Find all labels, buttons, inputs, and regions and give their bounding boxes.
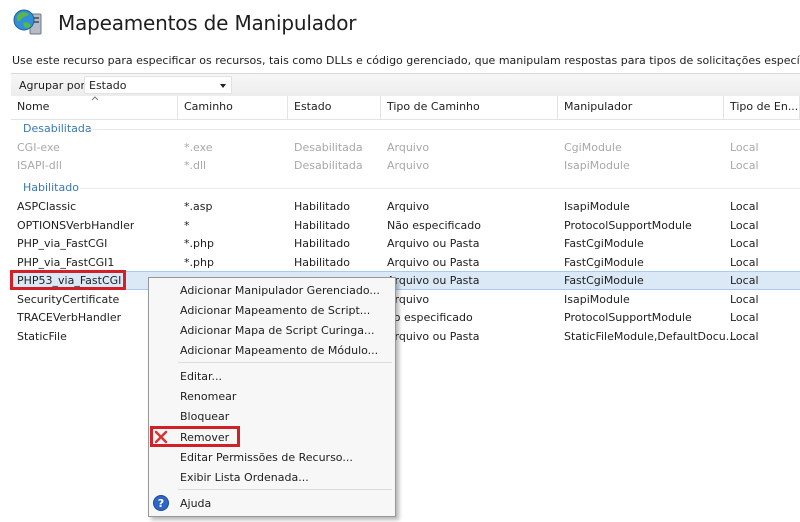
selected-row-highlight xyxy=(10,270,126,290)
svg-text:?: ? xyxy=(158,497,164,510)
menu-lock[interactable]: Bloquear xyxy=(149,406,395,426)
group-by-value: Estado xyxy=(89,79,127,92)
group-divider xyxy=(80,188,800,189)
page-description: Use este recurso para especificar os rec… xyxy=(12,54,800,67)
menu-edit[interactable]: Editar... xyxy=(149,366,395,386)
handler-mappings-grid: Nome Caminho Estado Tipo de Caminho Mani… xyxy=(10,96,800,522)
group-by-select[interactable]: Estado xyxy=(84,76,232,94)
table-row[interactable]: StaticFile Arquivo ou Pasta StaticFileMo… xyxy=(11,327,800,346)
menu-add-wildcard-script-map[interactable]: Adicionar Mapa de Script Curinga... xyxy=(149,320,395,340)
page-header: Mapeamentos de Manipulador xyxy=(0,0,800,50)
menu-view-ordered-list[interactable]: Exibir Lista Ordenada... xyxy=(149,467,395,487)
sort-ascending-icon xyxy=(91,96,99,101)
menu-separator xyxy=(178,362,392,363)
column-name[interactable]: Nome xyxy=(11,96,178,120)
group-divider xyxy=(88,129,800,130)
menu-edit-feature-permissions[interactable]: Editar Permissões de Recurso... xyxy=(149,447,395,467)
group-by-label: Agrupar por: xyxy=(19,79,89,92)
table-row[interactable]: CGI-exe *.exe Desabilitada Arquivo CgiMo… xyxy=(11,138,800,157)
column-entry-type[interactable]: Tipo de En... xyxy=(724,96,800,120)
column-path-type[interactable]: Tipo de Caminho xyxy=(381,96,558,120)
remove-item-highlight xyxy=(150,426,240,447)
menu-add-module-mapping[interactable]: Adicionar Mapeamento de Módulo... xyxy=(149,340,395,360)
group-title-enabled: Habilitado xyxy=(23,181,79,194)
column-handler[interactable]: Manipulador xyxy=(558,96,724,120)
page-title: Mapeamentos de Manipulador xyxy=(58,11,357,35)
dropdown-arrow-icon xyxy=(220,84,226,88)
globe-server-icon xyxy=(13,9,42,35)
help-icon: ? xyxy=(153,495,169,511)
table-row[interactable]: ASPClassic *.asp Habilitado Arquivo Isap… xyxy=(11,197,800,216)
column-state[interactable]: Estado xyxy=(288,96,381,120)
table-row[interactable]: SecurityCertificate Arquivo IsapiModule … xyxy=(11,290,800,309)
group-toolbar: Agrupar por: Estado xyxy=(11,73,800,98)
table-row[interactable]: PHP_via_FastCGI1 *.php Habilitado Arquiv… xyxy=(11,253,800,272)
table-row[interactable]: ISAPI-dll *.dll Desabilitada Arquivo Isa… xyxy=(11,156,800,175)
table-row[interactable]: TRACEVerbHandler ão especificado Protoco… xyxy=(11,308,800,327)
column-path[interactable]: Caminho xyxy=(178,96,288,120)
menu-separator xyxy=(178,489,392,490)
table-row[interactable]: PHP_via_FastCGI *.php Habilitado Arquivo… xyxy=(11,234,800,253)
menu-add-script-map[interactable]: Adicionar Mapeamento de Script... xyxy=(149,300,395,320)
table-row-selected[interactable]: PHP53_via_FastCGI Arquivo ou Pasta FastC… xyxy=(11,271,800,290)
menu-help[interactable]: ? Ajuda xyxy=(149,493,395,513)
group-title-disabled: Desabilitada xyxy=(23,122,92,135)
table-row[interactable]: OPTIONSVerbHandler * Habilitado Não espe… xyxy=(11,216,800,235)
context-menu: Adicionar Manipulador Gerenciado... Adic… xyxy=(148,277,396,517)
menu-rename[interactable]: Renomear xyxy=(149,386,395,406)
menu-add-managed-handler[interactable]: Adicionar Manipulador Gerenciado... xyxy=(149,280,395,300)
